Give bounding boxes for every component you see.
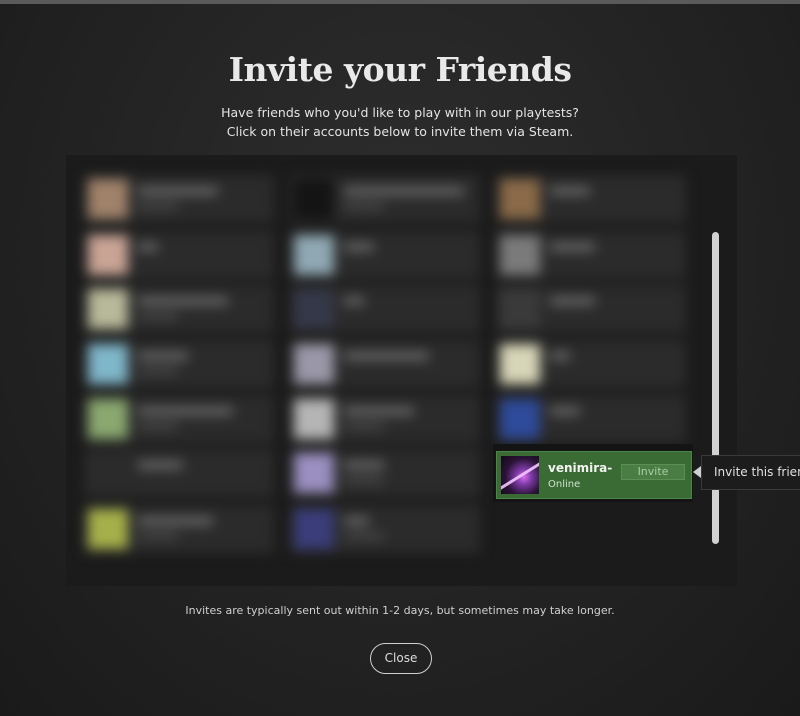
friend-name-placeholder: [344, 297, 364, 305]
friend-tile[interactable]: [84, 340, 274, 388]
friend-status-placeholder: [344, 477, 384, 483]
friend-avatar: [88, 399, 128, 439]
friend-avatar: [88, 235, 128, 275]
friend-avatar: [500, 179, 540, 219]
friend-name-placeholder: [550, 243, 595, 251]
friend-avatar: [88, 509, 128, 549]
friend-status-placeholder: [138, 368, 178, 374]
friend-name-placeholder: [138, 461, 183, 469]
friend-avatar: [294, 179, 334, 219]
friend-status-placeholder: [138, 203, 178, 209]
tooltip-arrow-icon: [693, 466, 701, 478]
friend-tile[interactable]: [84, 285, 274, 333]
friend-name-placeholder: [138, 407, 233, 415]
friend-tile[interactable]: [290, 449, 480, 497]
invite-tooltip: Invite this friend: [701, 455, 800, 490]
friend-status-placeholder: [344, 423, 384, 429]
friend-name-placeholder: [138, 352, 188, 360]
friend-name-placeholder: [138, 243, 158, 251]
friend-status-placeholder: [344, 203, 384, 209]
friend-name-placeholder: [138, 187, 218, 195]
friend-tile[interactable]: [496, 285, 686, 333]
top-border: [0, 0, 800, 4]
friend-avatar: [294, 235, 334, 275]
friend-tile[interactable]: [84, 231, 274, 279]
friend-name-placeholder: [550, 297, 595, 305]
friend-name-placeholder: [550, 187, 590, 195]
subtitle-line-2: Click on their accounts below to invite …: [226, 124, 574, 139]
friend-name-placeholder: [138, 297, 228, 305]
subtitle-line-1: Have friends who you'd like to play with…: [221, 105, 579, 120]
friend-tile[interactable]: [496, 175, 686, 223]
friend-avatar: [500, 235, 540, 275]
invite-button[interactable]: Invite: [621, 464, 685, 480]
friend-avatar: [294, 509, 334, 549]
friend-tile[interactable]: [290, 285, 480, 333]
friend-avatar: [88, 453, 128, 493]
friend-tile[interactable]: [84, 505, 274, 553]
friends-list-panel: [66, 155, 737, 586]
dialog-title: Invite your Friends: [228, 50, 572, 89]
friend-name-placeholder: [344, 407, 414, 415]
friend-name-placeholder: [344, 517, 369, 525]
friend-avatar: [88, 179, 128, 219]
avatar-highlight: [501, 460, 539, 491]
friend-name-placeholder: [344, 243, 374, 251]
blurred-friends-grid: [66, 155, 737, 586]
friend-name: venimira-: [548, 461, 613, 475]
friend-card-venimira[interactable]: venimira- Online Invite: [496, 451, 692, 499]
friend-status-placeholder: [138, 533, 178, 539]
invite-note: Invites are typically sent out within 1-…: [185, 604, 615, 617]
friend-avatar: [500, 289, 540, 329]
friend-avatar: [294, 399, 334, 439]
friend-tile[interactable]: [496, 395, 686, 443]
friend-tile[interactable]: [84, 449, 274, 497]
purple-character-avatar-icon: [501, 456, 539, 494]
friend-tile[interactable]: [84, 395, 274, 443]
friend-status-placeholder: [138, 423, 178, 429]
friend-tile[interactable]: [290, 340, 480, 388]
friend-tile[interactable]: [290, 231, 480, 279]
friend-avatar: [500, 344, 540, 384]
friend-tile[interactable]: [290, 175, 480, 223]
friend-status-placeholder: [138, 313, 178, 319]
friend-tile[interactable]: [496, 231, 686, 279]
friend-name-placeholder: [138, 517, 213, 525]
friend-tile[interactable]: [290, 505, 480, 553]
friend-name-placeholder: [550, 352, 570, 360]
friend-avatar: [88, 344, 128, 384]
friend-avatar: [500, 399, 540, 439]
friend-avatar: [294, 453, 334, 493]
friend-tile[interactable]: [496, 340, 686, 388]
friend-name-placeholder: [550, 407, 580, 415]
friend-tile[interactable]: [290, 395, 480, 443]
friend-status-placeholder: [344, 533, 384, 539]
friend-avatar: [294, 289, 334, 329]
friend-name-placeholder: [344, 352, 429, 360]
friend-tile[interactable]: [84, 175, 274, 223]
friend-name-placeholder: [344, 187, 464, 195]
friends-list-scrollbar[interactable]: [712, 232, 719, 544]
friend-name-placeholder: [344, 461, 384, 469]
dialog-subtitle: Have friends who you'd like to play with…: [0, 103, 800, 141]
friend-avatar: [88, 289, 128, 329]
friend-status: Online: [548, 479, 581, 490]
friend-avatar: [294, 344, 334, 384]
close-button[interactable]: Close: [370, 643, 432, 674]
